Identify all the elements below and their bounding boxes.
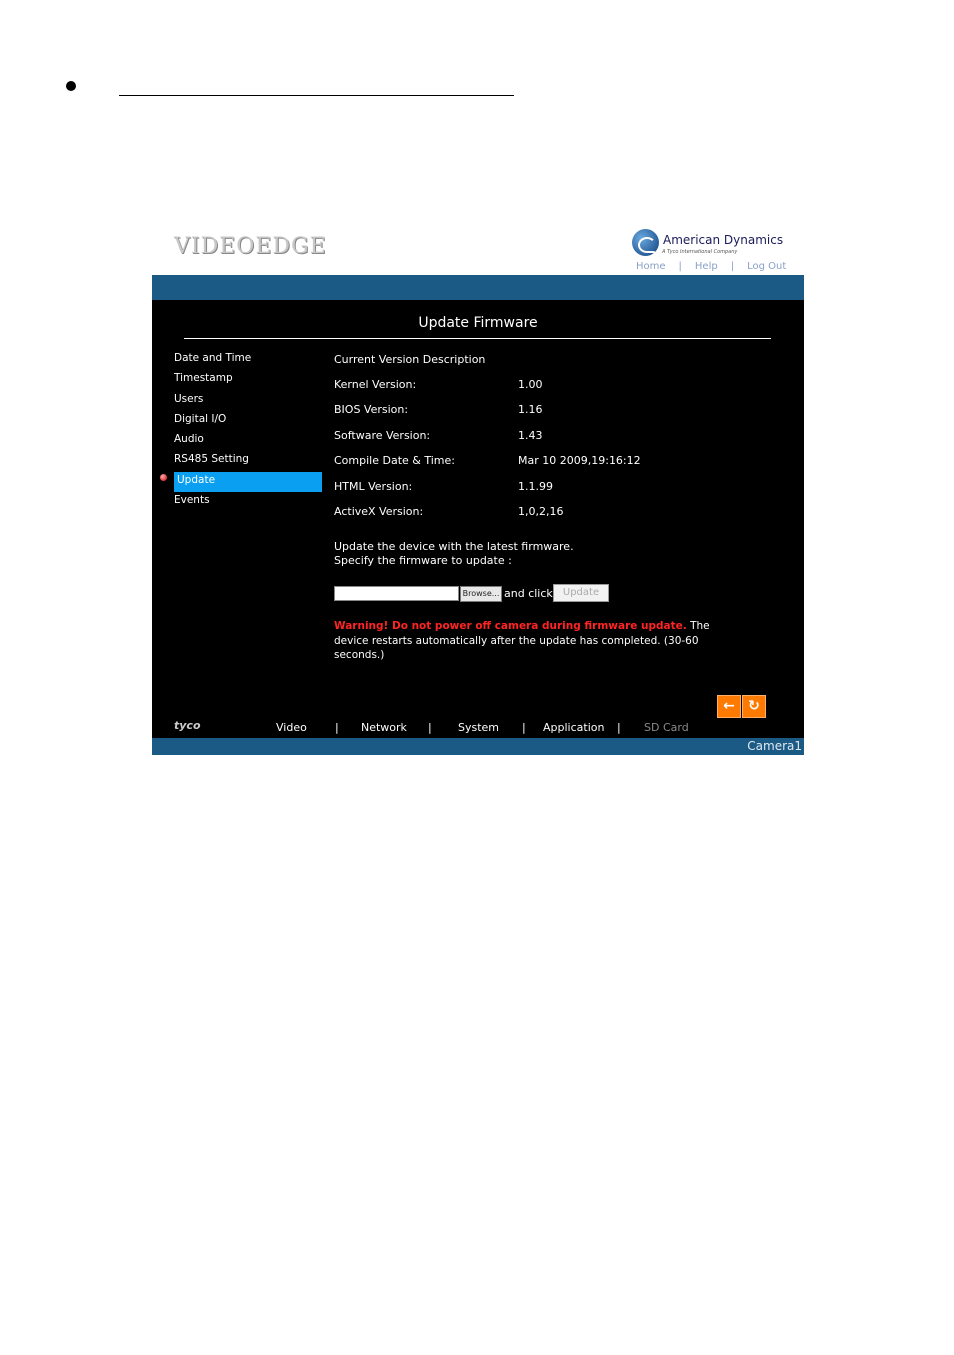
header-links: Home | Help | Log Out <box>636 261 786 272</box>
kernel-version-value: 1.00 <box>518 378 543 391</box>
software-version-value: 1.43 <box>518 429 543 442</box>
refresh-icon: ↻ <box>748 698 760 714</box>
arrow-left-icon: ← <box>723 698 735 714</box>
app-header: VIDEOEDGE American Dynamics A Tyco Inter… <box>152 226 804 275</box>
nav-sd-card[interactable]: SD Card <box>644 721 689 734</box>
update-instruction-1: Update the device with the latest firmwa… <box>334 540 574 553</box>
nav-network[interactable]: Network <box>361 721 407 734</box>
version-heading: Current Version Description <box>334 353 486 366</box>
bullet-icon <box>66 81 76 91</box>
software-version-label: Software Version: <box>334 429 431 442</box>
refresh-button[interactable]: ↻ <box>742 695 766 718</box>
nav-system[interactable]: System <box>458 721 499 734</box>
title-divider <box>184 338 771 339</box>
html-version-value: 1.1.99 <box>518 480 553 493</box>
sidebar-item-events[interactable]: Events <box>174 492 322 512</box>
logout-link[interactable]: Log Out <box>747 261 786 272</box>
sidebar-item-date-and-time[interactable]: Date and Time <box>174 350 322 370</box>
html-version-label: HTML Version: <box>334 480 413 493</box>
bios-version-label: BIOS Version: <box>334 403 409 416</box>
active-indicator-icon <box>160 474 167 481</box>
tyco-logo: tyco <box>174 719 201 732</box>
american-dynamics-logo-icon <box>632 229 659 256</box>
activex-version-label: ActiveX Version: <box>334 505 424 518</box>
browse-button[interactable]: Browse... <box>460 586 502 602</box>
document-underline <box>119 95 514 96</box>
sidebar-item-audio[interactable]: Audio <box>174 431 322 451</box>
separator: | <box>522 721 526 734</box>
compile-date-label: Compile Date & Time: <box>334 454 455 467</box>
warning-message: Warning! Do not power off camera during … <box>334 619 734 663</box>
activex-version-value: 1,0,2,16 <box>518 505 564 518</box>
videoedge-logo: VIDEOEDGE <box>174 234 327 259</box>
firmware-file-input[interactable] <box>334 586 459 601</box>
nav-video[interactable]: Video <box>276 721 307 734</box>
brand-subtitle: A Tyco International Company <box>662 249 738 255</box>
warning-text: Warning! Do not power off camera during … <box>334 620 687 632</box>
sidebar-item-users[interactable]: Users <box>174 391 322 411</box>
separator: | <box>617 721 621 734</box>
brand-title: American Dynamics <box>663 233 784 247</box>
sidebar-menu: Date and Time Timestamp Users Digital I/… <box>174 350 322 512</box>
camera-web-ui-screenshot: VIDEOEDGE American Dynamics A Tyco Inter… <box>152 226 804 755</box>
update-instruction-2: Specify the firmware to update : <box>334 554 512 567</box>
status-bar: Camera1 <box>152 738 804 755</box>
separator: | <box>678 261 682 272</box>
and-click-label: and click <box>504 587 553 600</box>
bios-version-value: 1.16 <box>518 403 543 416</box>
sidebar-item-update[interactable]: Update <box>174 471 322 493</box>
camera-label: Camera1 <box>747 739 802 753</box>
page-title: Update Firmware <box>418 315 538 331</box>
kernel-version-label: Kernel Version: <box>334 378 417 391</box>
separator: | <box>730 261 735 272</box>
compile-date-value: Mar 10 2009,19:16:12 <box>518 454 641 467</box>
update-button[interactable]: Update <box>553 584 609 602</box>
home-link[interactable]: Home <box>636 261 666 272</box>
nav-application[interactable]: Application <box>543 721 604 734</box>
sidebar-item-timestamp[interactable]: Timestamp <box>174 370 322 390</box>
top-bar <box>152 275 804 300</box>
back-button[interactable]: ← <box>717 695 741 718</box>
sidebar-item-rs485-setting[interactable]: RS485 Setting <box>174 451 322 471</box>
help-link[interactable]: Help <box>695 261 718 272</box>
separator: | <box>428 721 432 734</box>
sidebar-item-digital-io[interactable]: Digital I/O <box>174 411 322 431</box>
separator: | <box>335 721 339 734</box>
